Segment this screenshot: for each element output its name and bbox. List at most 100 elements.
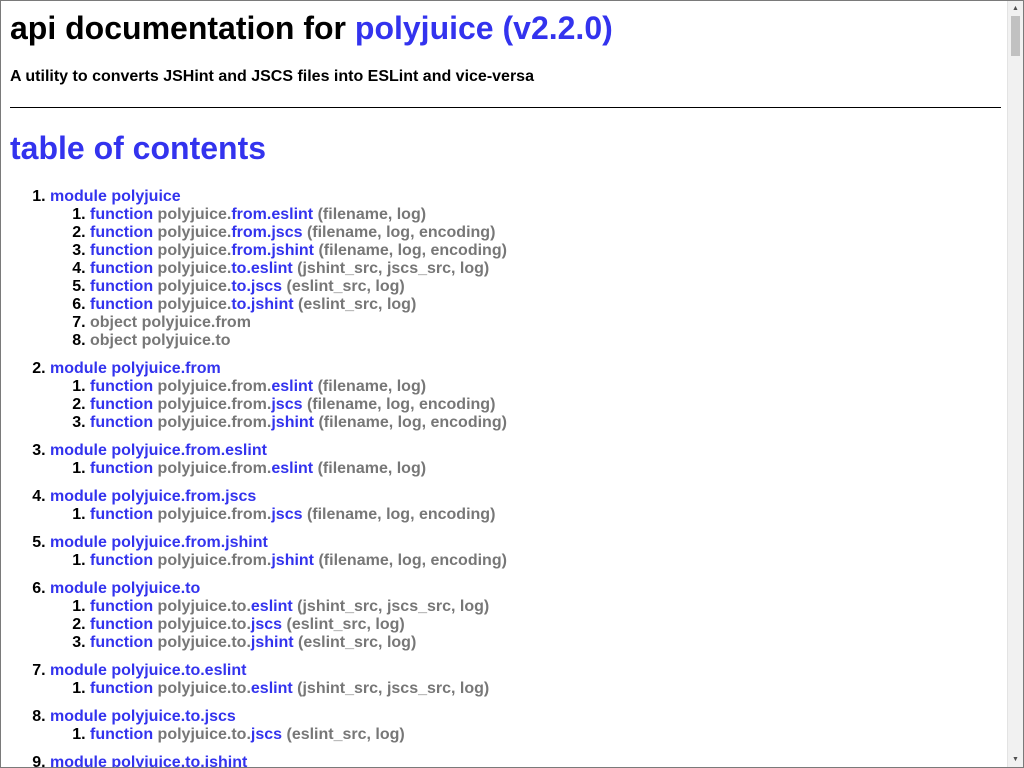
toc-module-link[interactable]: module polyjuice.from xyxy=(50,360,221,377)
function-name-link[interactable]: eslint xyxy=(251,680,293,697)
function-namespace: polyjuice.from. xyxy=(157,552,272,569)
toc-object-label: object polyjuice.to xyxy=(90,332,231,349)
toc-member-item: function polyjuice.from.jscs (filename, … xyxy=(90,396,507,414)
function-keyword-link[interactable]: function xyxy=(90,460,153,477)
toc-member-list: function polyjuice.to.eslint (jshint_src… xyxy=(50,598,507,652)
toc-module-link[interactable]: module polyjuice.to.jscs xyxy=(50,708,236,725)
toc-member-item: object polyjuice.from xyxy=(90,314,507,332)
function-signature: (filename, log, encoding) xyxy=(318,552,507,569)
function-keyword-link[interactable]: function xyxy=(90,224,153,241)
toc-member-list: function polyjuice.from.eslint (filename… xyxy=(50,460,507,478)
toc-member-item: function polyjuice.from.eslint (filename… xyxy=(90,460,507,478)
function-keyword-link[interactable]: function xyxy=(90,242,153,259)
function-name-link[interactable]: to.jshint xyxy=(231,296,293,313)
function-name-link[interactable]: from.eslint xyxy=(231,206,313,223)
function-name-link[interactable]: eslint xyxy=(271,378,313,395)
toc-member-item: function polyjuice.from.eslint (filename… xyxy=(90,206,507,224)
scrollbar-thumb[interactable] xyxy=(1011,16,1020,56)
toc-member-item: function polyjuice.to.jscs (eslint_src, … xyxy=(90,278,507,296)
toc-member-item: function polyjuice.from.jshint (filename… xyxy=(90,552,507,570)
function-name-link[interactable]: jscs xyxy=(271,396,302,413)
toc-member-item: function polyjuice.from.jscs (filename, … xyxy=(90,224,507,242)
function-keyword-link[interactable]: function xyxy=(90,634,153,651)
function-keyword-link[interactable]: function xyxy=(90,726,153,743)
function-name-link[interactable]: jscs xyxy=(251,616,282,633)
function-keyword-link[interactable]: function xyxy=(90,396,153,413)
function-keyword-link[interactable]: function xyxy=(90,296,153,313)
scroll-up-arrow-icon[interactable]: ▲ xyxy=(1008,1,1023,16)
toc-module-link[interactable]: module polyjuice.from.jscs xyxy=(50,488,256,505)
toc-module-item: module polyjuice.to.jshint xyxy=(50,754,507,767)
toc-module-link[interactable]: module polyjuice.to xyxy=(50,580,200,597)
function-signature: (filename, log, encoding) xyxy=(318,414,507,431)
function-keyword-link[interactable]: function xyxy=(90,414,153,431)
package-version-link[interactable]: polyjuice (v2.2.0) xyxy=(355,10,613,46)
toc-module-link[interactable]: module polyjuice.to.jshint xyxy=(50,754,247,767)
toc-member-item: object polyjuice.to xyxy=(90,332,507,350)
toc-module-item: module polyjuicefunction polyjuice.from.… xyxy=(50,188,507,350)
vertical-scrollbar[interactable]: ▲ ▼ xyxy=(1007,1,1023,767)
function-keyword-link[interactable]: function xyxy=(90,378,153,395)
package-description: A utility to converts JSHint and JSCS fi… xyxy=(10,68,534,85)
toc-member-list: function polyjuice.from.eslint (filename… xyxy=(50,206,507,350)
toc-module-link[interactable]: module polyjuice.from.jshint xyxy=(50,534,268,551)
toc-member-item: function polyjuice.from.jshint (filename… xyxy=(90,242,507,260)
function-keyword-link[interactable]: function xyxy=(90,598,153,615)
function-signature: (filename, log) xyxy=(317,378,427,395)
page-title-prefix: api documentation for xyxy=(10,10,355,46)
function-namespace: polyjuice. xyxy=(157,260,232,277)
function-name-link[interactable]: jshint xyxy=(251,634,294,651)
toc-member-item: function polyjuice.from.jscs (filename, … xyxy=(90,506,507,524)
toc-member-list: function polyjuice.from.jshint (filename… xyxy=(50,552,507,570)
function-namespace: polyjuice.from. xyxy=(157,378,272,395)
function-keyword-link[interactable]: function xyxy=(90,206,153,223)
function-name-link[interactable]: to.eslint xyxy=(231,260,292,277)
toc-object-label: object polyjuice.from xyxy=(90,314,251,331)
function-name-link[interactable]: eslint xyxy=(271,460,313,477)
function-namespace: polyjuice.to. xyxy=(157,680,251,697)
function-name-link[interactable]: jscs xyxy=(271,506,302,523)
function-namespace: polyjuice. xyxy=(157,224,232,241)
toc-member-item: function polyjuice.to.jshint (eslint_src… xyxy=(90,634,507,652)
function-name-link[interactable]: from.jscs xyxy=(231,224,302,241)
function-name-link[interactable]: eslint xyxy=(251,598,293,615)
toc-module-link[interactable]: module polyjuice.to.eslint xyxy=(50,662,246,679)
toc-member-item: function polyjuice.to.jscs (eslint_src, … xyxy=(90,726,507,744)
toc-module-item: module polyjuice.to.eslintfunction polyj… xyxy=(50,662,507,698)
function-name-link[interactable]: to.jscs xyxy=(231,278,282,295)
function-signature: (jshint_src, jscs_src, log) xyxy=(297,598,490,615)
header-divider xyxy=(10,107,1001,108)
function-signature: (filename, log, encoding) xyxy=(318,242,507,259)
toc-module-item: module polyjuice.tofunction polyjuice.to… xyxy=(50,580,507,652)
function-keyword-link[interactable]: function xyxy=(90,552,153,569)
function-keyword-link[interactable]: function xyxy=(90,616,153,633)
function-name-link[interactable]: jscs xyxy=(251,726,282,743)
scroll-down-arrow-icon[interactable]: ▼ xyxy=(1008,752,1023,767)
toc-module-item: module polyjuice.from.eslintfunction pol… xyxy=(50,442,507,478)
toc-list: module polyjuicefunction polyjuice.from.… xyxy=(10,188,507,767)
function-namespace: polyjuice. xyxy=(157,296,232,313)
toc-module-item: module polyjuice.fromfunction polyjuice.… xyxy=(50,360,507,432)
toc-module-link[interactable]: module polyjuice xyxy=(50,188,181,205)
function-signature: (eslint_src, log) xyxy=(286,616,405,633)
function-keyword-link[interactable]: function xyxy=(90,680,153,697)
function-keyword-link[interactable]: function xyxy=(90,278,153,295)
toc-member-item: function polyjuice.to.eslint (jshint_src… xyxy=(90,680,507,698)
toc-module-link[interactable]: module polyjuice.from.eslint xyxy=(50,442,267,459)
function-signature: (eslint_src, log) xyxy=(298,296,417,313)
toc-member-item: function polyjuice.to.eslint (jshint_src… xyxy=(90,598,507,616)
toc-heading: table of contents xyxy=(10,130,267,166)
toc-module-item: module polyjuice.from.jshintfunction pol… xyxy=(50,534,507,570)
function-namespace: polyjuice.from. xyxy=(157,460,272,477)
toc-member-list: function polyjuice.to.jscs (eslint_src, … xyxy=(50,726,507,744)
function-name-link[interactable]: jshint xyxy=(271,552,314,569)
toc-member-item: function polyjuice.to.jshint (eslint_src… xyxy=(90,296,507,314)
function-name-link[interactable]: jshint xyxy=(271,414,314,431)
function-namespace: polyjuice.to. xyxy=(157,616,251,633)
function-name-link[interactable]: from.jshint xyxy=(231,242,314,259)
toc-member-list: function polyjuice.from.jscs (filename, … xyxy=(50,506,507,524)
function-namespace: polyjuice. xyxy=(157,206,232,223)
function-keyword-link[interactable]: function xyxy=(90,506,153,523)
function-keyword-link[interactable]: function xyxy=(90,260,153,277)
browser-viewport: api documentation for polyjuice (v2.2.0)… xyxy=(0,0,1024,768)
